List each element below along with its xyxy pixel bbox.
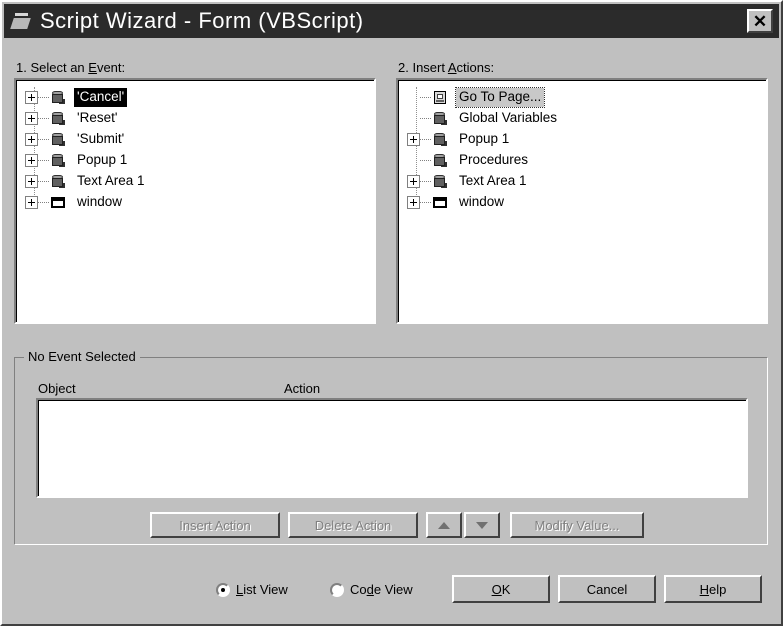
cancel-label: Cancel (586, 581, 628, 597)
page-icon (432, 90, 449, 106)
tree-item-label: Text Area 1 (459, 173, 527, 189)
tree-dash-line (420, 117, 431, 120)
tree-dash-line (38, 117, 49, 120)
tree-item[interactable]: window (17, 192, 374, 213)
tree-item-label: 'Cancel' (74, 88, 128, 107)
tree-dash-line (38, 138, 49, 141)
event-tree-pane[interactable]: 'Cancel' 'Reset' 'Submit' Popup 1 Text Area … (14, 78, 376, 324)
window-icon (432, 195, 449, 211)
radio-code-view-indicator[interactable] (330, 582, 344, 597)
tree-dash-line (420, 138, 431, 141)
tree-dash-line (38, 96, 49, 99)
expand-plus-icon[interactable] (407, 196, 420, 209)
tree-dash-line (38, 180, 49, 183)
insert-action-label: Insert Action (179, 517, 251, 533)
help-button[interactable]: Help (664, 575, 762, 603)
window-title: Script Wizard - Form (VBScript) (40, 8, 364, 33)
title-bar: Script Wizard - Form (VBScript) ✕ (4, 4, 779, 38)
radio-code-view-label: Code View (350, 582, 413, 597)
expand-plus-icon[interactable] (25, 154, 38, 167)
modify-value-label: Modify Value... (534, 517, 620, 533)
arrow-up-icon (438, 521, 450, 529)
expand-plus-icon[interactable] (25, 133, 38, 146)
expand-plus-icon[interactable] (407, 175, 420, 188)
radio-list-view[interactable]: List View (216, 582, 288, 597)
select-event-label: 1. Select an Event: (16, 60, 126, 75)
insert-actions-label: 2. Insert Actions: (398, 60, 495, 75)
tree-item[interactable]: Text Area 1 (17, 171, 374, 192)
object-cube-icon (432, 153, 449, 169)
object-cube-icon (50, 111, 67, 127)
expand-plus-icon[interactable] (25, 91, 38, 104)
delete-action-label: Delete Action (314, 517, 392, 533)
tree-item-label: Global Variables (459, 110, 558, 126)
tree-item[interactable]: Text Area 1 (399, 171, 766, 192)
object-cube-icon (50, 132, 67, 148)
object-cube-icon (432, 111, 449, 127)
object-cube-icon (432, 132, 449, 148)
window-icon (50, 195, 67, 211)
expand-plus-icon[interactable] (407, 133, 420, 146)
insert-action-button[interactable]: Insert Action (150, 512, 280, 538)
tree-item-label: 'Reset' (77, 110, 118, 126)
tree-item-label: Text Area 1 (77, 173, 145, 189)
tree-dash-line (38, 201, 49, 204)
actions-list[interactable] (36, 398, 748, 498)
tree-item[interactable]: Popup 1 (399, 129, 766, 150)
tree-item[interactable]: 'Reset' (17, 108, 374, 129)
arrow-down-icon (476, 521, 488, 529)
delete-action-button[interactable]: Delete Action (288, 512, 418, 538)
close-icon: ✕ (752, 11, 768, 31)
tree-item[interactable]: 'Submit' (17, 129, 374, 150)
tree-item[interactable]: 'Cancel' (17, 87, 374, 108)
move-up-button[interactable] (426, 512, 462, 538)
tree-item-label: Procedures (459, 152, 529, 168)
object-cube-icon (432, 174, 449, 190)
expand-plus-icon[interactable] (25, 175, 38, 188)
column-header-object: Object (38, 381, 76, 396)
tree-item-label: Popup 1 (459, 131, 510, 147)
tree-item[interactable]: window (399, 192, 766, 213)
tree-dash-line (420, 159, 431, 162)
script-wizard-dialog: Script Wizard - Form (VBScript) ✕ 1. Sel… (0, 0, 783, 626)
tree-item[interactable]: Popup 1 (17, 150, 374, 171)
close-button[interactable]: ✕ (747, 9, 773, 33)
tree-item-label: window (459, 194, 505, 210)
radio-list-view-indicator[interactable] (216, 582, 230, 597)
object-cube-icon (50, 153, 67, 169)
tree-item[interactable]: Go To Page... (399, 87, 766, 108)
move-down-button[interactable] (464, 512, 500, 538)
tree-item-label: Go To Page... (454, 87, 546, 108)
radio-code-view[interactable]: Code View (330, 582, 413, 597)
actions-tree[interactable]: Go To Page... Global Variables Popup 1 Proc… (399, 87, 766, 213)
expand-plus-icon[interactable] (25, 196, 38, 209)
column-header-action: Action (284, 381, 321, 396)
groupbox-legend: No Event Selected (24, 349, 140, 364)
tree-dash-line (420, 201, 431, 204)
tree-item[interactable]: Procedures (399, 150, 766, 171)
help-label: Help (699, 581, 727, 597)
actions-tree-pane[interactable]: Go To Page... Global Variables Popup 1 Proc… (396, 78, 768, 324)
ok-button[interactable]: OK (452, 575, 550, 603)
object-cube-icon (50, 90, 67, 106)
object-cube-icon (50, 174, 67, 190)
script-wizard-icon (10, 12, 32, 30)
ok-label: OK (491, 581, 511, 597)
modify-value-button[interactable]: Modify Value... (510, 512, 644, 538)
tree-dash-line (420, 180, 431, 183)
tree-item[interactable]: Global Variables (399, 108, 766, 129)
expand-plus-icon[interactable] (25, 112, 38, 125)
tree-item-label: Popup 1 (77, 152, 128, 168)
tree-dash-line (38, 159, 49, 162)
tree-item-label: window (77, 194, 123, 210)
event-tree[interactable]: 'Cancel' 'Reset' 'Submit' Popup 1 Text Area … (17, 87, 374, 213)
cancel-button[interactable]: Cancel (558, 575, 656, 603)
tree-item-label: 'Submit' (77, 131, 125, 147)
tree-dash-line (420, 96, 431, 99)
radio-list-view-label: List View (236, 582, 288, 597)
